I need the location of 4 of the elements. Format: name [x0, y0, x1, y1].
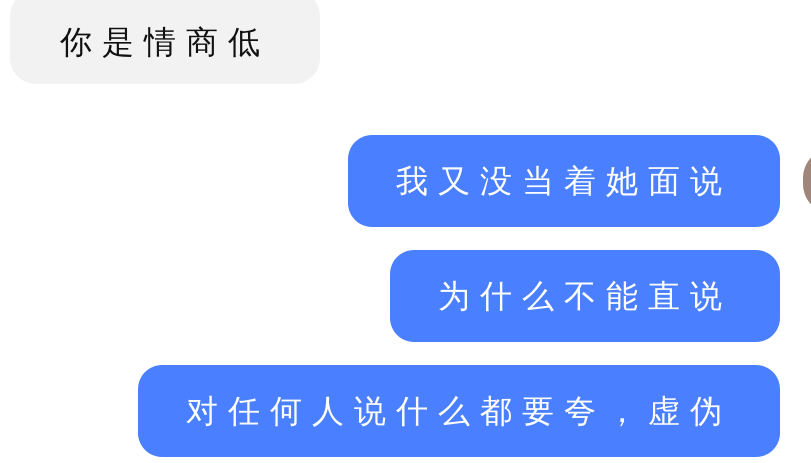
message-bubble: 你是情商低 [10, 0, 320, 84]
message-bubble: 为什么不能直说 [390, 250, 780, 342]
message-bubble: 我又没当着她面说 [348, 135, 780, 227]
message-bubble: 对任何人说什么都要夸，虚伪 [138, 365, 780, 457]
